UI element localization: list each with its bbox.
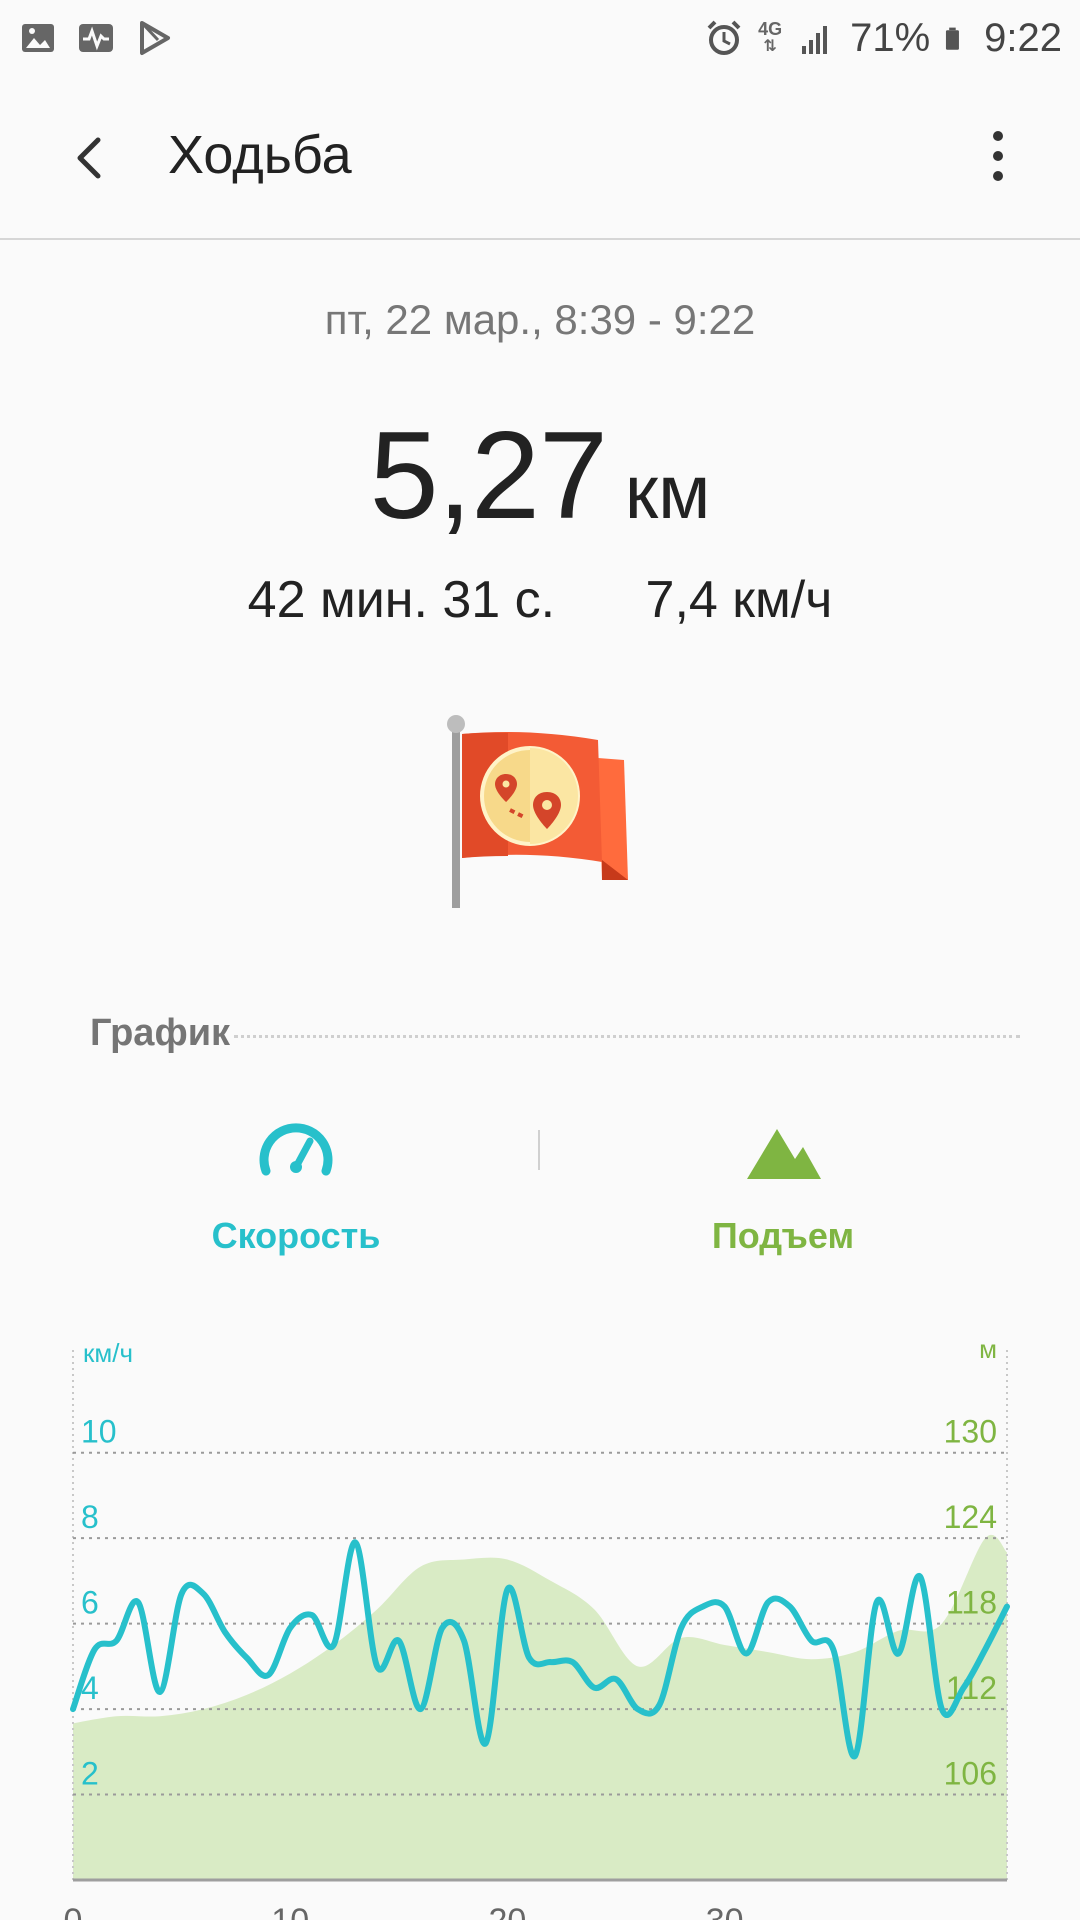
elevation-toggle[interactable]: Подъем: [633, 1115, 933, 1257]
signal-icon: [802, 26, 828, 54]
activity-icon: [79, 24, 113, 52]
graph-section-title: График: [90, 1012, 231, 1054]
section-divider: [234, 1035, 1020, 1038]
left-tick-label: 10: [81, 1414, 117, 1450]
speed-toggle[interactable]: Скорость: [146, 1115, 446, 1257]
left-tick-label: 2: [81, 1756, 99, 1792]
workout-stats: 42 мин. 31 с. 7,4 км/ч: [0, 570, 1080, 630]
elevation-area: [73, 1534, 1007, 1880]
x-tick-label: 20: [489, 1902, 527, 1920]
right-tick-label: 130: [944, 1414, 997, 1450]
speedometer-icon: [259, 1123, 333, 1176]
right-tick-label: 124: [944, 1499, 997, 1535]
route-flag-icon: [447, 715, 628, 908]
app-bar: Ходьба: [0, 76, 1080, 240]
mountain-icon: [747, 1129, 821, 1179]
elevation-label: Подъем: [711, 1215, 855, 1256]
x-tick-label: 30: [706, 1902, 744, 1920]
left-tick-label: 8: [81, 1499, 99, 1535]
status-bar: 4G ⇅ 71% 9:22: [0, 0, 1080, 76]
more-vert-icon[interactable]: [966, 124, 1030, 188]
speed-label: Скорость: [211, 1215, 381, 1256]
play-store-icon: [140, 21, 170, 55]
left-axis-unit: км/ч: [83, 1338, 133, 1368]
workout-date-range: пт, 22 мар., 8:39 - 9:22: [324, 296, 756, 343]
back-arrow-icon[interactable]: [60, 126, 124, 190]
system-icons: 4G ⇅ 71% 9:22: [704, 16, 1062, 61]
battery-percent: 71%: [850, 15, 931, 60]
average-speed: 7,4 км/ч: [645, 571, 833, 629]
battery-icon: [946, 27, 960, 50]
network-type: 4G ⇅: [758, 19, 783, 55]
page-title: Ходьба: [168, 125, 352, 185]
left-tick-label: 6: [81, 1585, 99, 1621]
image-icon: [22, 24, 54, 52]
distance-display: 5,27 км: [0, 405, 1080, 547]
x-tick-label: 0: [64, 1902, 83, 1920]
right-axis-unit: м: [979, 1334, 997, 1364]
x-tick-label: 10: [271, 1902, 309, 1920]
right-tick-label: 106: [944, 1756, 997, 1792]
clock: 9:22: [984, 15, 1062, 60]
alarm-icon: [707, 20, 741, 55]
distance-unit: км: [624, 450, 711, 535]
metric-divider: [538, 1130, 540, 1170]
speed-elevation-chart: 101308124611841122106км/чм0102030: [64, 1334, 1010, 1920]
right-tick-label: 118: [946, 1585, 997, 1621]
duration: 42 мин. 31 с.: [247, 571, 556, 629]
notification-icons: [18, 18, 174, 58]
network-label: 4G: [758, 19, 783, 39]
distance-value: 5,27: [369, 407, 608, 545]
